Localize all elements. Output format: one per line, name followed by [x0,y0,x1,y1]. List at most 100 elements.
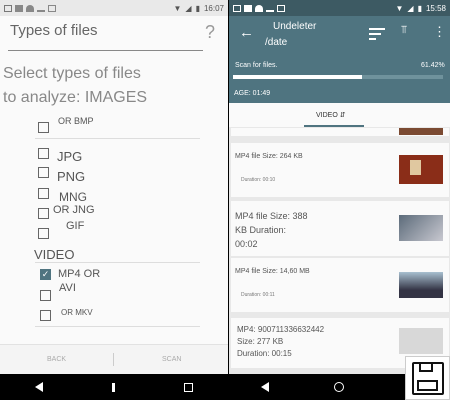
file-duration: Duration: 00:10 [241,177,276,183]
tab-indicator [304,125,364,127]
video-section-label: VIDEO [34,247,75,262]
checkbox[interactable] [38,207,49,219]
section-heading-1: Select types of files [3,65,141,82]
checkbox[interactable] [38,187,49,199]
sort-icon[interactable] [369,28,385,40]
list-item-label: MNG [59,190,87,204]
status-bar: ▼ ◢ ▮ 15:58 [229,0,450,16]
section-heading-2: to analyze: IMAGES [3,89,148,106]
list-item[interactable] [40,288,51,302]
scan-percent: 61.42% [421,62,445,69]
mail-icon [233,4,241,12]
tab-video-label: VIDEO [316,112,338,119]
list-item[interactable]: PNG [38,163,86,184]
checkbox[interactable] [38,147,49,159]
file-info: Size: 277 KB [237,337,284,346]
floppy-disk-icon [412,362,444,395]
bottom-bar: BACK SCAN [0,344,228,374]
signal-icon: ◢ [185,3,192,13]
file-card[interactable]: MP4 file Size: 388 KB Duration: 00:02 [231,201,449,256]
download-icon [266,5,274,12]
progress-bar [233,75,443,79]
checkbox[interactable] [40,289,51,301]
file-info: MP4 file Size: 388 [235,211,308,221]
file-card[interactable]: MP4 file Size: 14,60 MB Duration: 00:11 [231,258,449,312]
divider [35,138,200,139]
battery-icon: ▮ [417,3,422,13]
recents-nav-icon[interactable] [184,382,194,392]
signal-icon: ◢ [407,3,414,13]
android-icon [26,4,34,12]
list-item[interactable]: ✓ MP4 OR [40,266,100,282]
list-item-sublabel: AVI [59,282,76,294]
file-duration: Duration: 00:11 [241,292,275,298]
scan-button[interactable]: SCAN [162,356,181,363]
back-nav-icon[interactable] [34,382,43,392]
app-toolbar: ← Undeleter /date ⫪ ⋮ Scan for files. 61… [229,16,450,116]
title-underline [8,50,203,51]
list-item-label: OR BMP [58,116,94,126]
tab-bar: VIDEO ⇵ [229,103,450,127]
battery-icon: ▮ [195,3,200,13]
progress-fill [233,75,362,79]
checkbox[interactable] [40,309,51,321]
file-duration: Duration: 00:15 [237,349,292,358]
clock: 16:07 [203,3,224,13]
back-button[interactable]: BACK [47,356,66,363]
checkbox[interactable] [38,227,49,239]
list-item[interactable]: MNG [38,184,87,204]
list-item-label: PNG [57,168,86,184]
home-nav-icon[interactable] [333,382,344,392]
list-item-label: GIF [66,220,85,232]
image-icon [15,4,23,12]
thumbnail [399,328,443,354]
android-icon [255,4,263,12]
file-info: MP4: 900711336632442 [237,325,325,334]
filter-icon[interactable]: ⫪ [401,24,407,37]
list-item[interactable]: JPG [38,144,83,164]
button-divider [113,353,114,366]
list-item[interactable]: OR MKV [40,307,93,323]
wifi-icon: ▼ [173,3,182,13]
list-item-label: JPG [57,148,83,164]
help-icon[interactable]: ? [205,22,215,43]
screenshot-icon [277,4,285,12]
back-nav-icon[interactable] [261,382,270,392]
list-item[interactable]: OR BMP [38,116,94,136]
sort-toggle-icon: ⇵ [339,112,346,119]
file-card[interactable]: MP4 file Size: 264 KB Duration: 00:10 [231,143,449,197]
divider [35,326,200,327]
back-arrow-icon[interactable]: ← [239,24,254,41]
file-info: KB Duration: [235,225,287,235]
right-screen: ▼ ◢ ▮ 15:58 ← Undeleter /date ⫪ ⋮ Scan f… [229,0,450,400]
clock: 15:58 [425,3,446,13]
file-duration: 00:02 [235,239,258,249]
page-title: Types of files [10,22,98,39]
navigation-bar [0,374,228,400]
file-info: MP4 file Size: 264 KB [235,153,303,160]
checkbox-checked[interactable]: ✓ [40,268,51,280]
thumbnail [399,128,443,135]
app-title: Undeleter [273,21,317,32]
tab-video[interactable]: VIDEO ⇵ [316,111,346,119]
list-item[interactable]: GIF [38,220,84,242]
screenshot-icon [48,4,56,12]
mail-icon [4,4,12,12]
checkbox[interactable] [38,121,49,133]
list-item-label: OR JNG [53,204,95,216]
age-label: AGE: 01:49 [234,90,271,97]
more-options-icon[interactable]: ⋮ [433,24,446,40]
file-info: MP4 file Size: 14,60 MB [235,268,310,275]
status-bar: ▼ ◢ ▮ 16:07 [0,0,228,16]
file-card[interactable] [231,128,449,136]
thumbnail [399,272,443,298]
home-nav-icon[interactable] [111,382,115,392]
list-item-label: MP4 OR [58,268,101,280]
thumbnail [399,215,443,241]
image-icon [244,4,252,12]
download-icon [37,5,45,12]
checkbox[interactable] [38,166,49,178]
left-screen: ▼ ◢ ▮ 16:07 Types of files ? Select type… [0,0,228,400]
save-floating-button[interactable] [405,356,450,400]
path-label: /date [265,37,288,48]
